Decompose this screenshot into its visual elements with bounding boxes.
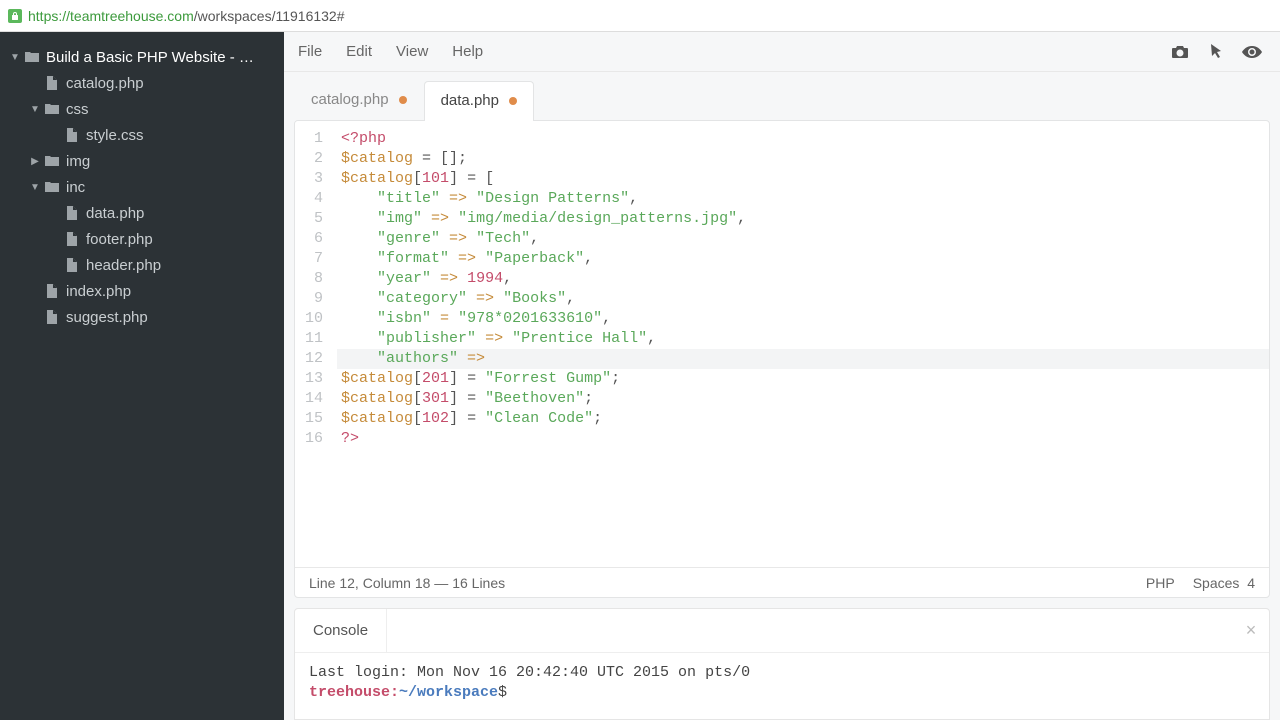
tree-label: css	[66, 101, 89, 118]
code-line[interactable]: $catalog[102] = "Clean Code";	[337, 409, 1269, 429]
menu-view[interactable]: View	[396, 43, 428, 60]
code-line[interactable]: ?>	[337, 429, 1269, 449]
code-line[interactable]: "authors" =>	[337, 349, 1269, 369]
file-footer-php[interactable]: ▶footer.php	[0, 226, 284, 252]
tree-label: inc	[66, 179, 85, 196]
indent-mode[interactable]: Spaces 4	[1193, 575, 1255, 591]
tree-label: data.php	[86, 205, 144, 222]
code-line[interactable]: "genre" => "Tech",	[337, 229, 1269, 249]
console-prompt: treehouse:~/workspace$	[309, 683, 1255, 703]
file-icon	[44, 309, 60, 325]
console-output[interactable]: Last login: Mon Nov 16 20:42:40 UTC 2015…	[295, 653, 1269, 719]
tree-label: img	[66, 153, 90, 170]
file-icon	[64, 127, 80, 143]
tree-label: suggest.php	[66, 309, 148, 326]
url-host: https://teamtreehouse.com	[28, 8, 194, 24]
tree-label: index.php	[66, 283, 131, 300]
code-line[interactable]: "category" => "Books",	[337, 289, 1269, 309]
menu-file[interactable]: File	[298, 43, 322, 60]
code-line[interactable]: "title" => "Design Patterns",	[337, 189, 1269, 209]
code-line[interactable]: <?php	[337, 129, 1269, 149]
folder-img[interactable]: ▶img	[0, 148, 284, 174]
code-line[interactable]: $catalog = [];	[337, 149, 1269, 169]
console-tab[interactable]: Console	[295, 609, 387, 652]
tree-label: style.css	[86, 127, 144, 144]
close-icon[interactable]: ×	[1233, 620, 1269, 641]
line-number-gutter: 12345678910111213141516	[295, 121, 337, 567]
code-line[interactable]: "format" => "Paperback",	[337, 249, 1269, 269]
file-icon	[44, 283, 60, 299]
file-data-php[interactable]: ▶data.php	[0, 200, 284, 226]
file-icon	[64, 205, 80, 221]
file-catalog-php[interactable]: ▶catalog.php	[0, 70, 284, 96]
console-line: Last login: Mon Nov 16 20:42:40 UTC 2015…	[309, 663, 1255, 683]
folder-icon	[44, 179, 60, 195]
tree-label: footer.php	[86, 231, 153, 248]
file-icon	[64, 257, 80, 273]
folder-icon	[44, 153, 60, 169]
code-area[interactable]: <?php$catalog = [];$catalog[101] = [ "ti…	[337, 121, 1269, 567]
dirty-indicator-icon	[509, 97, 517, 105]
file-tree-sidebar: ▼Build a Basic PHP Website - …▶catalog.p…	[0, 32, 284, 720]
preview-eye-icon[interactable]	[1238, 38, 1266, 66]
code-line[interactable]: "isbn" = "978*0201633610",	[337, 309, 1269, 329]
code-line[interactable]: $catalog[101] = [	[337, 169, 1269, 189]
folder-icon	[24, 49, 40, 65]
file-header-php[interactable]: ▶header.php	[0, 252, 284, 278]
tree-label: header.php	[86, 257, 161, 274]
code-line[interactable]: "img" => "img/media/design_patterns.jpg"…	[337, 209, 1269, 229]
url-path: /workspaces/11916132#	[194, 8, 345, 24]
code-line[interactable]: $catalog[301] = "Beethoven";	[337, 389, 1269, 409]
menu-help[interactable]: Help	[452, 43, 483, 60]
project-root[interactable]: ▼Build a Basic PHP Website - …	[0, 44, 284, 70]
camera-icon[interactable]	[1166, 38, 1194, 66]
file-index-php[interactable]: ▶index.php	[0, 278, 284, 304]
folder-icon	[44, 101, 60, 117]
editor-status-bar: Line 12, Column 18 — 16 Lines PHP Spaces…	[295, 567, 1269, 597]
project-title: Build a Basic PHP Website - …	[46, 49, 254, 66]
tab-label: catalog.php	[311, 91, 389, 108]
file-icon	[44, 75, 60, 91]
folder-css[interactable]: ▼css	[0, 96, 284, 122]
code-line[interactable]: "year" => 1994,	[337, 269, 1269, 289]
language-mode[interactable]: PHP	[1146, 575, 1175, 591]
code-line[interactable]: $catalog[201] = "Forrest Gump";	[337, 369, 1269, 389]
menu-bar: File Edit View Help	[284, 32, 1280, 72]
file-style-css[interactable]: ▶style.css	[0, 122, 284, 148]
tree-label: catalog.php	[66, 75, 144, 92]
cursor-position: Line 12, Column 18 — 16 Lines	[309, 575, 505, 591]
menu-edit[interactable]: Edit	[346, 43, 372, 60]
console-panel: Console × Last login: Mon Nov 16 20:42:4…	[294, 608, 1270, 720]
file-suggest-php[interactable]: ▶suggest.php	[0, 304, 284, 330]
dirty-indicator-icon	[399, 96, 407, 104]
folder-inc[interactable]: ▼inc	[0, 174, 284, 200]
pointer-icon[interactable]	[1202, 38, 1230, 66]
tab-catalog-php[interactable]: catalog.php	[294, 80, 424, 120]
tab-label: data.php	[441, 92, 499, 109]
file-icon	[64, 231, 80, 247]
editor-tabs: catalog.php data.php	[284, 72, 1280, 120]
tab-data-php[interactable]: data.php	[424, 81, 534, 121]
code-line[interactable]: "publisher" => "Prentice Hall",	[337, 329, 1269, 349]
lock-icon	[8, 9, 22, 23]
address-bar[interactable]: https://teamtreehouse.com/workspaces/119…	[0, 0, 1280, 32]
